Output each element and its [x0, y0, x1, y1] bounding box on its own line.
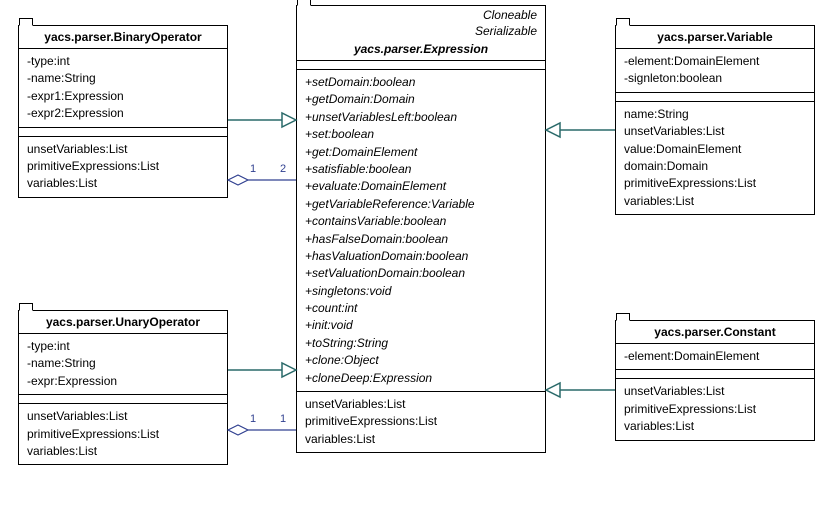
member: unsetVariables:List — [27, 408, 219, 425]
class-tab-icon — [616, 18, 630, 26]
op: +get:DomainElement — [305, 144, 537, 161]
class-ops — [19, 395, 227, 404]
op: +init:void — [305, 317, 537, 334]
class-members: unsetVariables:List primitiveExpressions… — [19, 137, 227, 197]
attr: -expr:Expression — [27, 373, 219, 390]
multiplicity-label: 1 — [250, 413, 256, 425]
class-title: yacs.parser.UnaryOperator — [19, 311, 227, 334]
member: unsetVariables:List — [624, 123, 806, 140]
multiplicity-label: 2 — [280, 163, 286, 175]
class-binary-operator: yacs.parser.BinaryOperator -type:int -na… — [18, 25, 228, 198]
class-tab-icon — [19, 303, 33, 311]
member: primitiveExpressions:List — [27, 158, 219, 175]
class-title: yacs.parser.Expression — [297, 38, 545, 60]
class-members: name:String unsetVariables:List value:Do… — [616, 102, 814, 214]
class-attributes: -element:DomainElement — [616, 344, 814, 370]
class-title: yacs.parser.Variable — [616, 26, 814, 49]
member: primitiveExpressions:List — [624, 175, 806, 192]
class-ops — [616, 370, 814, 379]
op: +unsetVariablesLeft:boolean — [305, 109, 537, 126]
class-expression: Cloneable Serializable yacs.parser.Expre… — [296, 5, 546, 453]
class-title: yacs.parser.BinaryOperator — [19, 26, 227, 49]
attr: -name:String — [27, 70, 219, 87]
stereotype: Cloneable — [297, 6, 545, 22]
op: +satisfiable:boolean — [305, 161, 537, 178]
op: +containsVariable:boolean — [305, 213, 537, 230]
attr: -type:int — [27, 53, 219, 70]
member: variables:List — [27, 443, 219, 460]
op: +count:int — [305, 300, 537, 317]
op: +getDomain:Domain — [305, 91, 537, 108]
member: variables:List — [27, 175, 219, 192]
multiplicity-label: 1 — [250, 163, 256, 175]
attr: -signleton:boolean — [624, 70, 806, 87]
attr: -expr1:Expression — [27, 88, 219, 105]
member: primitiveExpressions:List — [305, 413, 537, 430]
op: +clone:Object — [305, 352, 537, 369]
member: variables:List — [305, 431, 537, 448]
class-members: unsetVariables:List primitiveExpressions… — [19, 404, 227, 464]
op: +evaluate:DomainElement — [305, 178, 537, 195]
op: +set:boolean — [305, 126, 537, 143]
stereotype: Serializable — [297, 22, 545, 38]
member: primitiveExpressions:List — [624, 401, 806, 418]
attr: -element:DomainElement — [624, 53, 806, 70]
member: unsetVariables:List — [624, 383, 806, 400]
class-members: unsetVariables:List primitiveExpressions… — [616, 379, 814, 439]
class-variable: yacs.parser.Variable -element:DomainElem… — [615, 25, 815, 215]
class-ops — [616, 93, 814, 102]
class-tab-icon — [19, 18, 33, 26]
class-constant: yacs.parser.Constant -element:DomainElem… — [615, 320, 815, 441]
member: unsetVariables:List — [305, 396, 537, 413]
op: +getVariableReference:Variable — [305, 196, 537, 213]
attr: -expr2:Expression — [27, 105, 219, 122]
member: unsetVariables:List — [27, 141, 219, 158]
class-attributes: -type:int -name:String -expr1:Expression… — [19, 49, 227, 128]
op: +cloneDeep:Expression — [305, 370, 537, 387]
attr: -type:int — [27, 338, 219, 355]
class-attributes — [297, 61, 545, 70]
member: variables:List — [624, 193, 806, 210]
class-members: unsetVariables:List primitiveExpressions… — [297, 392, 545, 452]
member: name:String — [624, 106, 806, 123]
op: +singletons:void — [305, 283, 537, 300]
multiplicity-label: 1 — [280, 413, 286, 425]
class-tab-icon — [616, 313, 630, 321]
attr: -element:DomainElement — [624, 348, 806, 365]
class-attributes: -type:int -name:String -expr:Expression — [19, 334, 227, 395]
op: +toString:String — [305, 335, 537, 352]
class-ops — [19, 128, 227, 137]
attr: -name:String — [27, 355, 219, 372]
member: primitiveExpressions:List — [27, 426, 219, 443]
op: +setValuationDomain:boolean — [305, 265, 537, 282]
class-attributes: -element:DomainElement -signleton:boolea… — [616, 49, 814, 93]
member: variables:List — [624, 418, 806, 435]
op: +hasFalseDomain:boolean — [305, 231, 537, 248]
op: +hasValuationDomain:boolean — [305, 248, 537, 265]
member: domain:Domain — [624, 158, 806, 175]
class-unary-operator: yacs.parser.UnaryOperator -type:int -nam… — [18, 310, 228, 465]
class-ops: +setDomain:boolean +getDomain:Domain +un… — [297, 70, 545, 392]
class-tab-icon — [297, 0, 311, 6]
member: value:DomainElement — [624, 141, 806, 158]
op: +setDomain:boolean — [305, 74, 537, 91]
class-title: yacs.parser.Constant — [616, 321, 814, 344]
class-title-block: Cloneable Serializable yacs.parser.Expre… — [297, 6, 545, 61]
